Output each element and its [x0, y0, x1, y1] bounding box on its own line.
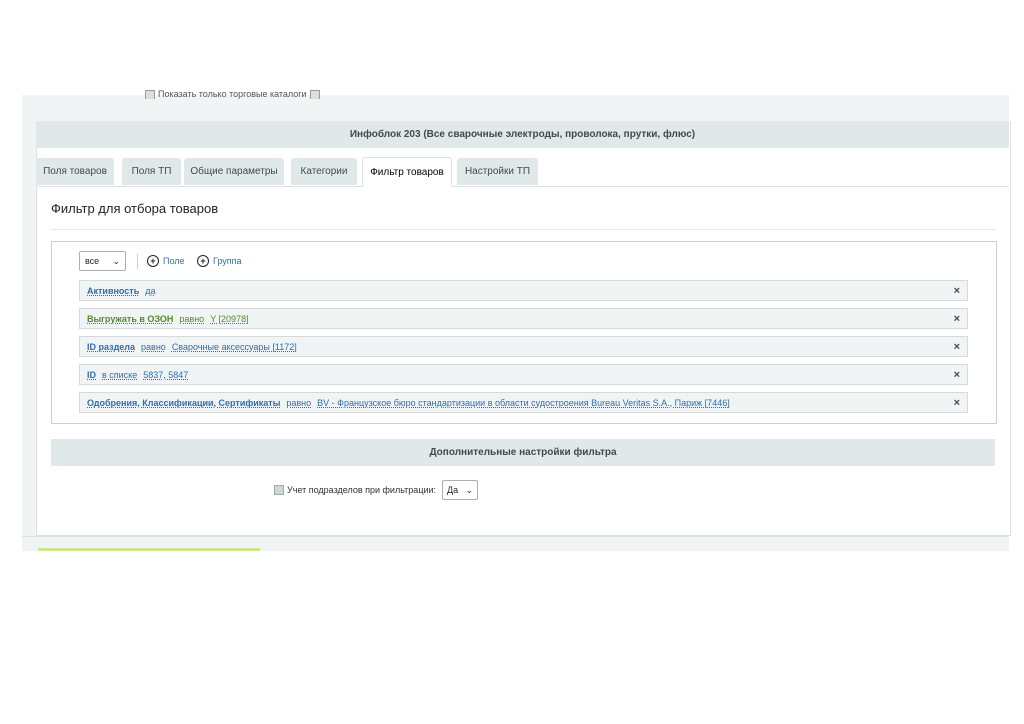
plus-circle-icon: +	[147, 255, 159, 267]
add-group-button[interactable]: + Группа	[197, 255, 242, 267]
close-icon[interactable]: ×	[954, 285, 960, 297]
chevron-down-icon: ⌄	[112, 255, 120, 266]
condition-operator[interactable]: равно	[179, 314, 204, 324]
condition-field[interactable]: ID	[87, 370, 96, 380]
condition-value[interactable]: да	[145, 286, 155, 296]
tab-general-params[interactable]: Общие параметры	[184, 158, 284, 185]
close-icon[interactable]: ×	[954, 313, 960, 325]
toolbar-divider	[137, 254, 138, 269]
panel-bottom-divider	[22, 536, 1009, 537]
filter-condition: Активность да ×	[79, 280, 968, 301]
save-bar-edge	[38, 548, 260, 551]
condition-value[interactable]: Сварочные аксессуары [1172]	[172, 342, 297, 352]
condition-value[interactable]: Y [20978]	[210, 314, 248, 324]
plus-circle-icon: +	[197, 255, 209, 267]
condition-field[interactable]: Одобрения, Классификации, Сертификаты	[87, 398, 280, 408]
filter-condition: Одобрения, Классификации, Сертификаты ра…	[79, 392, 968, 413]
add-field-button[interactable]: + Поле	[147, 255, 185, 267]
filter-builder: все ⌄ + Поле + Группа Активность да × Вы…	[51, 241, 997, 424]
subsections-label: Учет подразделов при фильтрации:	[287, 485, 437, 495]
extra-settings-header: Дополнительные настройки фильтра	[51, 439, 995, 466]
condition-operator[interactable]: в списке	[102, 370, 137, 380]
help-icon[interactable]	[309, 89, 320, 99]
logic-select[interactable]: все ⌄	[79, 251, 126, 271]
tab-product-filter[interactable]: Фильтр товаров	[362, 157, 452, 187]
title-divider	[51, 229, 996, 230]
subsections-select[interactable]: Да ⌄	[442, 480, 479, 500]
condition-field[interactable]: Выгружать в ОЗОН	[87, 314, 173, 324]
page-title: Фильтр для отбора товаров	[51, 201, 219, 216]
tab-sku-settings[interactable]: Настройки ТП	[457, 158, 538, 185]
hint-icon	[274, 485, 284, 495]
tab-sku-fields[interactable]: Поля ТП	[122, 158, 181, 185]
filter-condition: ID в списке 5837, 5847 ×	[79, 364, 968, 385]
iblock-header: Инфоблок 203 (Все сварочные электроды, п…	[36, 121, 1009, 148]
condition-field[interactable]: Активность	[87, 286, 139, 296]
close-icon[interactable]: ×	[954, 369, 960, 381]
condition-value[interactable]: BV - Французское бюро стандартизации в о…	[317, 398, 730, 408]
filter-condition: Выгружать в ОЗОН равно Y [20978] ×	[79, 308, 968, 329]
condition-field[interactable]: ID раздела	[87, 342, 135, 352]
close-icon[interactable]: ×	[954, 397, 960, 409]
tab-product-fields[interactable]: Поля товаров	[36, 158, 114, 185]
condition-value[interactable]: 5837, 5847	[143, 370, 188, 380]
chevron-down-icon: ⌄	[465, 484, 474, 495]
show-trade-catalogs-option[interactable]: Показать только торговые каталоги	[142, 89, 323, 99]
tab-bar: Поля товаров Поля ТП Общие параметры Кат…	[36, 157, 1009, 187]
filter-condition: ID раздела равно Сварочные аксессуары [1…	[79, 336, 968, 357]
checkbox-icon[interactable]	[145, 89, 155, 99]
admin-screenshot: Показать только торговые каталоги Инфобл…	[22, 89, 1011, 551]
subsections-setting: Учет подразделов при фильтрации: Да ⌄	[274, 480, 479, 500]
condition-operator[interactable]: равно	[286, 398, 311, 408]
close-icon[interactable]: ×	[954, 341, 960, 353]
tab-categories[interactable]: Категории	[291, 158, 357, 185]
condition-operator[interactable]: равно	[141, 342, 166, 352]
